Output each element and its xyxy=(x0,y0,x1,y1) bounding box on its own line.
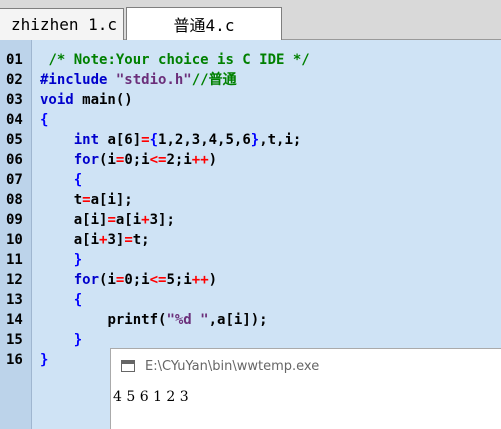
code-keyword: int xyxy=(73,132,100,148)
code-line: a[i]=a[i+3]; xyxy=(40,210,175,230)
line-number: 05 xyxy=(6,132,23,148)
code-line: #include "stdio.h"//普通 xyxy=(40,70,237,90)
line-number: 06 xyxy=(6,152,23,168)
code-brace: { xyxy=(40,112,49,128)
code-text: 3]; xyxy=(149,212,175,228)
code-line: t=a[i]; xyxy=(40,190,133,210)
code-text: 0;i xyxy=(124,152,150,168)
line-number: 07 xyxy=(6,172,23,188)
line-number: 12 xyxy=(6,272,23,288)
code-brace: } xyxy=(73,252,83,268)
code-text: ,a[i]); xyxy=(208,312,268,328)
code-text: 3] xyxy=(107,232,125,248)
code-text: a[i] xyxy=(73,212,108,228)
line-number: 16 xyxy=(6,352,23,368)
code-line: } xyxy=(40,330,82,350)
code-text: t; xyxy=(132,232,150,248)
tab-label: zhizhen 1.c xyxy=(11,15,117,34)
code-text: 1,2,3,4,5,6 xyxy=(158,132,251,148)
code-text: a[i xyxy=(115,212,142,228)
code-text: ,t,i; xyxy=(259,132,302,148)
code-operator: <= xyxy=(149,152,167,168)
code-text: main() xyxy=(73,92,133,108)
console-window[interactable]: E:\CYuYan\bin\wwtemp.exe 4 5 6 1 2 3 xyxy=(110,348,501,429)
code-text: (i xyxy=(99,272,116,288)
console-title: E:\CYuYan\bin\wwtemp.exe xyxy=(145,359,320,374)
code-line: } xyxy=(40,350,48,370)
code-text: t xyxy=(73,192,83,208)
code-text: a[i xyxy=(73,232,100,248)
code-text: 2;i xyxy=(166,152,192,168)
code-operator: ++ xyxy=(191,272,209,288)
code-text: (i xyxy=(99,152,116,168)
code-comment: /* Note:Your choice is C IDE */ xyxy=(48,52,310,68)
line-number: 04 xyxy=(6,112,23,128)
code-brace: } xyxy=(73,332,83,348)
code-text: ) xyxy=(208,152,218,168)
code-line: { xyxy=(40,110,48,130)
code-brace: } xyxy=(250,132,260,148)
code-line: /* Note:Your choice is C IDE */ xyxy=(40,50,310,70)
line-number: 03 xyxy=(6,92,23,108)
code-line: for(i=0;i<=2;i++) xyxy=(40,150,217,170)
code-operator: = xyxy=(82,192,91,208)
line-number: 15 xyxy=(6,332,23,348)
line-number: 11 xyxy=(6,252,23,268)
code-line: } xyxy=(40,250,82,270)
tab-bar: zhizhen 1.c 普通4.c xyxy=(0,0,501,41)
code-line: for(i=0;i<=5;i++) xyxy=(40,270,217,290)
code-operator: + xyxy=(141,212,150,228)
line-number: 01 xyxy=(6,52,23,68)
code-line: int a[6]={1,2,3,4,5,6},t,i; xyxy=(40,130,302,150)
code-text: a[6] xyxy=(99,132,142,148)
code-line: void main() xyxy=(40,90,133,110)
code-comment: //普通 xyxy=(191,72,237,88)
code-operator: = xyxy=(107,212,116,228)
console-app-icon xyxy=(121,360,135,372)
line-number-gutter: 01 02 03 04 05 06 07 08 09 10 11 12 13 1… xyxy=(0,40,32,429)
code-brace: { xyxy=(73,292,83,308)
code-text: ) xyxy=(208,272,218,288)
console-title-bar[interactable]: E:\CYuYan\bin\wwtemp.exe xyxy=(111,349,501,385)
code-brace: { xyxy=(149,132,159,148)
line-number: 14 xyxy=(6,312,23,328)
code-text: printf( xyxy=(107,312,167,328)
line-number: 10 xyxy=(6,232,23,248)
code-text: 5;i xyxy=(166,272,192,288)
code-brace: { xyxy=(73,172,83,188)
code-line: { xyxy=(40,170,82,190)
code-line: { xyxy=(40,290,82,310)
code-directive: #include xyxy=(40,72,116,88)
code-string: "stdio.h" xyxy=(115,72,192,88)
code-line: printf("%d ",a[i]); xyxy=(40,310,268,330)
tab-zhizhen-1-c[interactable]: zhizhen 1.c xyxy=(0,8,124,40)
code-operator: = xyxy=(141,132,150,148)
code-line: a[i+3]=t; xyxy=(40,230,150,250)
code-operator: <= xyxy=(149,272,167,288)
code-operator: ++ xyxy=(191,152,209,168)
tab-label: 普通4.c xyxy=(173,16,235,35)
code-keyword: void xyxy=(40,92,74,108)
code-text: 0;i xyxy=(124,272,150,288)
code-string: "%d " xyxy=(166,312,209,328)
code-text: a[i]; xyxy=(90,192,133,208)
line-number: 13 xyxy=(6,292,23,308)
code-keyword: for xyxy=(73,272,100,288)
line-number: 02 xyxy=(6,72,23,88)
line-number: 09 xyxy=(6,212,23,228)
line-number: 08 xyxy=(6,192,23,208)
code-keyword: for xyxy=(73,152,100,168)
code-brace: } xyxy=(40,352,49,368)
code-operator: = xyxy=(124,232,133,248)
console-output: 4 5 6 1 2 3 xyxy=(113,389,189,405)
tab-putong4-c[interactable]: 普通4.c xyxy=(126,7,282,41)
